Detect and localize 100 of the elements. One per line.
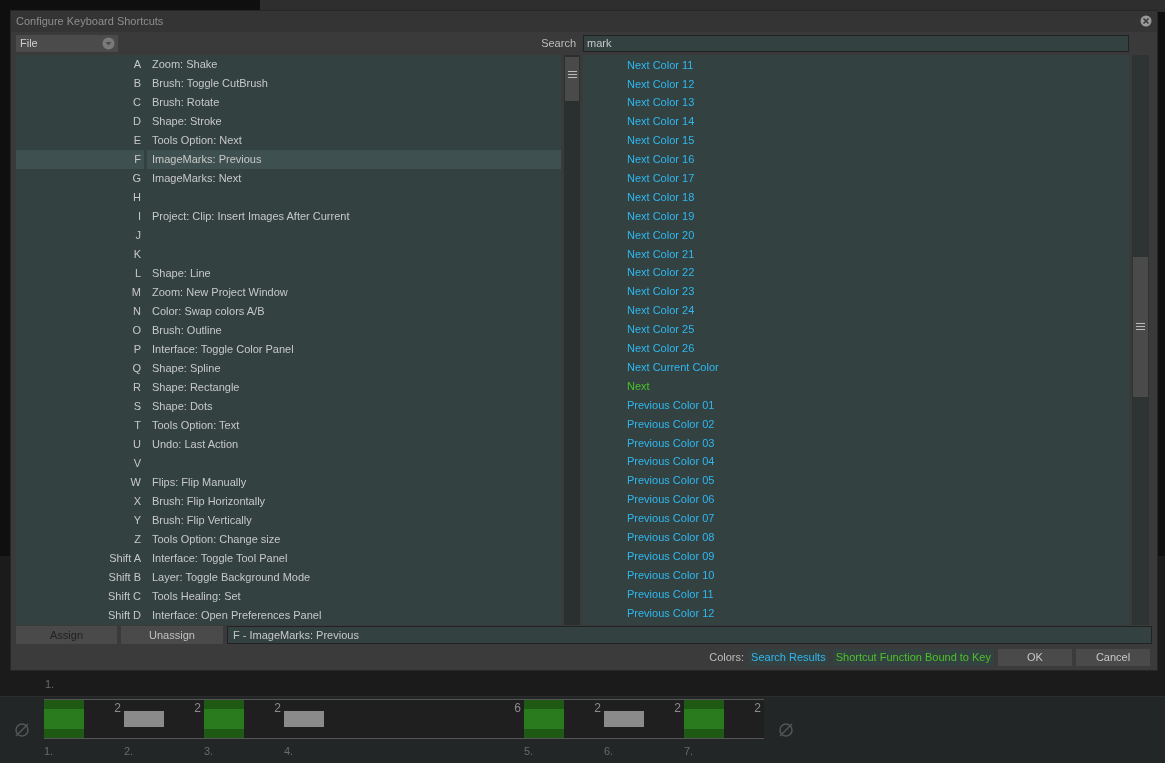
shortcut-row[interactable]: K [16, 244, 561, 264]
shortcut-row[interactable]: P Interface: Toggle Color Panel [16, 339, 561, 359]
frame-count: 2 [754, 700, 761, 717]
function-item[interactable]: Next Color 17 [627, 170, 695, 187]
legend-label: Colors: [709, 650, 745, 666]
function-item[interactable]: Next Color 24 [627, 302, 695, 319]
shortcut-row[interactable]: G ImageMarks: Next [16, 168, 561, 188]
shortcut-function: Brush: Flip Vertically [152, 512, 252, 528]
timeline-frame[interactable]: 2 [124, 699, 204, 739]
shortcut-row[interactable]: Q Shape: Spline [16, 358, 561, 378]
function-item[interactable]: Next Color 23 [627, 283, 695, 300]
function-item[interactable]: Previous Color 02 [627, 415, 715, 433]
function-item[interactable]: Next Color 16 [627, 151, 695, 168]
frame-thumbnail [204, 700, 244, 738]
shortcut-row[interactable]: M Zoom: New Project Window [16, 282, 561, 302]
shortcut-row[interactable]: L Shape: Line [16, 263, 561, 283]
function-item[interactable]: Previous Color 12 [627, 604, 715, 621]
frame-thumbnail [44, 700, 84, 738]
shortcut-row[interactable]: O Brush: Outline [16, 320, 561, 340]
shortcut-row[interactable]: N Color: Swap colors A/B [16, 301, 561, 321]
function-item[interactable]: Previous Color 10 [627, 566, 715, 584]
timeline-frame[interactable]: 6 [284, 699, 524, 739]
shortcut-function: Interface: Toggle Tool Panel [152, 550, 288, 566]
scrollbar-thumb[interactable] [565, 56, 579, 101]
shortcut-row[interactable]: Shift C Tools Healing: Set [16, 586, 561, 606]
shortcut-function: ImageMarks: Next [152, 170, 242, 186]
unassign-button[interactable]: Unassign [121, 625, 223, 645]
shortcut-row[interactable]: Shift D Interface: Open Preferences Panel [16, 605, 561, 625]
shortcut-row[interactable]: S Shape: Dots [16, 396, 561, 416]
shortcut-row[interactable]: D Shape: Stroke [16, 111, 561, 131]
function-item[interactable]: Next Color 14 [627, 113, 695, 130]
frame-count: 6 [514, 700, 521, 717]
frame-count: 2 [114, 700, 121, 717]
scrollbar[interactable] [1132, 54, 1149, 625]
ok-button[interactable]: OK [998, 649, 1072, 667]
close-icon[interactable] [1140, 15, 1152, 28]
function-item[interactable]: Next [627, 377, 650, 395]
shortcut-row[interactable]: B Brush: Toggle CutBrush [16, 73, 561, 93]
function-item[interactable]: Previous Color 08 [627, 528, 715, 546]
shortcut-row[interactable]: I Project: Clip: Insert Images After Current [16, 206, 561, 226]
frame-label: 5. [524, 744, 535, 759]
legend-item: Search Results [748, 649, 829, 667]
shortcut-row[interactable]: U Undo: Last Action [16, 434, 561, 454]
function-item[interactable]: Next Color 26 [627, 340, 695, 357]
function-item[interactable]: Next Current Color [627, 358, 719, 376]
function-item[interactable]: Next Color 13 [627, 94, 695, 111]
shortcut-function: ImageMarks: Previous [152, 151, 262, 167]
shortcut-function: Shape: Stroke [152, 113, 222, 129]
timeline-frame[interactable]: 2 [524, 699, 604, 739]
frame-thumbnail [684, 700, 724, 738]
function-item[interactable]: Next Color 21 [627, 245, 695, 263]
shortcut-row[interactable]: R Shape: Rectangle [16, 377, 561, 397]
shortcut-row[interactable]: V [16, 453, 561, 473]
shortcut-row[interactable]: A Zoom: Shake [16, 54, 561, 74]
shortcut-key: K [133, 245, 141, 263]
shortcut-row[interactable]: X Brush: Flip Horizontally [16, 491, 561, 511]
shortcut-row[interactable]: Shift A Interface: Toggle Tool Panel [16, 548, 561, 568]
category-dropdown[interactable]: File [16, 34, 118, 52]
function-item[interactable]: Previous Color 07 [627, 510, 715, 527]
shortcut-function: Interface: Open Preferences Panel [152, 607, 322, 623]
shortcut-function: Tools Option: Text [152, 417, 240, 433]
shortcut-row[interactable]: T Tools Option: Text [16, 415, 561, 435]
cancel-button[interactable]: Cancel [1076, 649, 1150, 667]
function-item[interactable]: Next Color 12 [627, 75, 695, 93]
shortcut-row[interactable]: W Flips: Flip Manually [16, 472, 561, 492]
function-item[interactable]: Previous Color 11 [627, 585, 714, 603]
function-item[interactable]: Next Color 20 [627, 226, 695, 244]
function-item[interactable]: Previous Color 09 [627, 547, 715, 565]
scrollbar[interactable] [564, 54, 580, 625]
binding-field[interactable]: F - ImageMarks: Previous [227, 625, 1152, 645]
shortcut-key: B [133, 74, 141, 92]
function-item[interactable]: Previous Color 01 [627, 396, 715, 414]
shortcut-key: C [133, 93, 141, 111]
empty-set-icon [14, 722, 30, 738]
function-item[interactable]: Previous Color 06 [627, 491, 715, 508]
function-item[interactable]: Next Color 11 [627, 56, 694, 74]
function-item[interactable]: Next Color 25 [627, 321, 695, 338]
shortcut-row[interactable]: Shift B Layer: Toggle Background Mode [16, 567, 561, 587]
shortcut-function: Shape: Dots [152, 398, 213, 414]
function-item[interactable]: Previous Color 03 [627, 434, 715, 451]
function-item[interactable]: Previous Color 04 [627, 453, 715, 470]
timeline-frame[interactable]: 2 [44, 699, 124, 739]
shortcut-row[interactable]: E Tools Option: Next [16, 130, 561, 150]
timeline-frame[interactable]: 2 [604, 699, 684, 739]
function-item[interactable]: Next Color 18 [627, 188, 695, 206]
shortcut-row[interactable]: J [16, 225, 561, 245]
function-item[interactable]: Next Color 22 [627, 264, 695, 281]
shortcut-row[interactable]: Z Tools Option: Change size [16, 529, 561, 549]
function-item[interactable]: Previous Color 05 [627, 472, 715, 489]
shortcut-row[interactable]: C Brush: Rotate [16, 92, 561, 112]
function-item[interactable]: Next Color 15 [627, 132, 695, 149]
search-field[interactable]: mark [583, 34, 1129, 52]
timeline-frame[interactable]: 2 [684, 699, 764, 739]
function-item[interactable]: Next Color 19 [627, 207, 695, 225]
shortcut-row[interactable]: Y Brush: Flip Vertically [16, 510, 561, 530]
shortcut-function: Undo: Last Action [152, 436, 239, 452]
timeline-frame[interactable]: 2 [204, 699, 284, 739]
shortcut-row[interactable]: H [16, 187, 561, 207]
shortcut-key: Z [134, 530, 141, 548]
scrollbar-thumb[interactable] [1133, 256, 1148, 397]
